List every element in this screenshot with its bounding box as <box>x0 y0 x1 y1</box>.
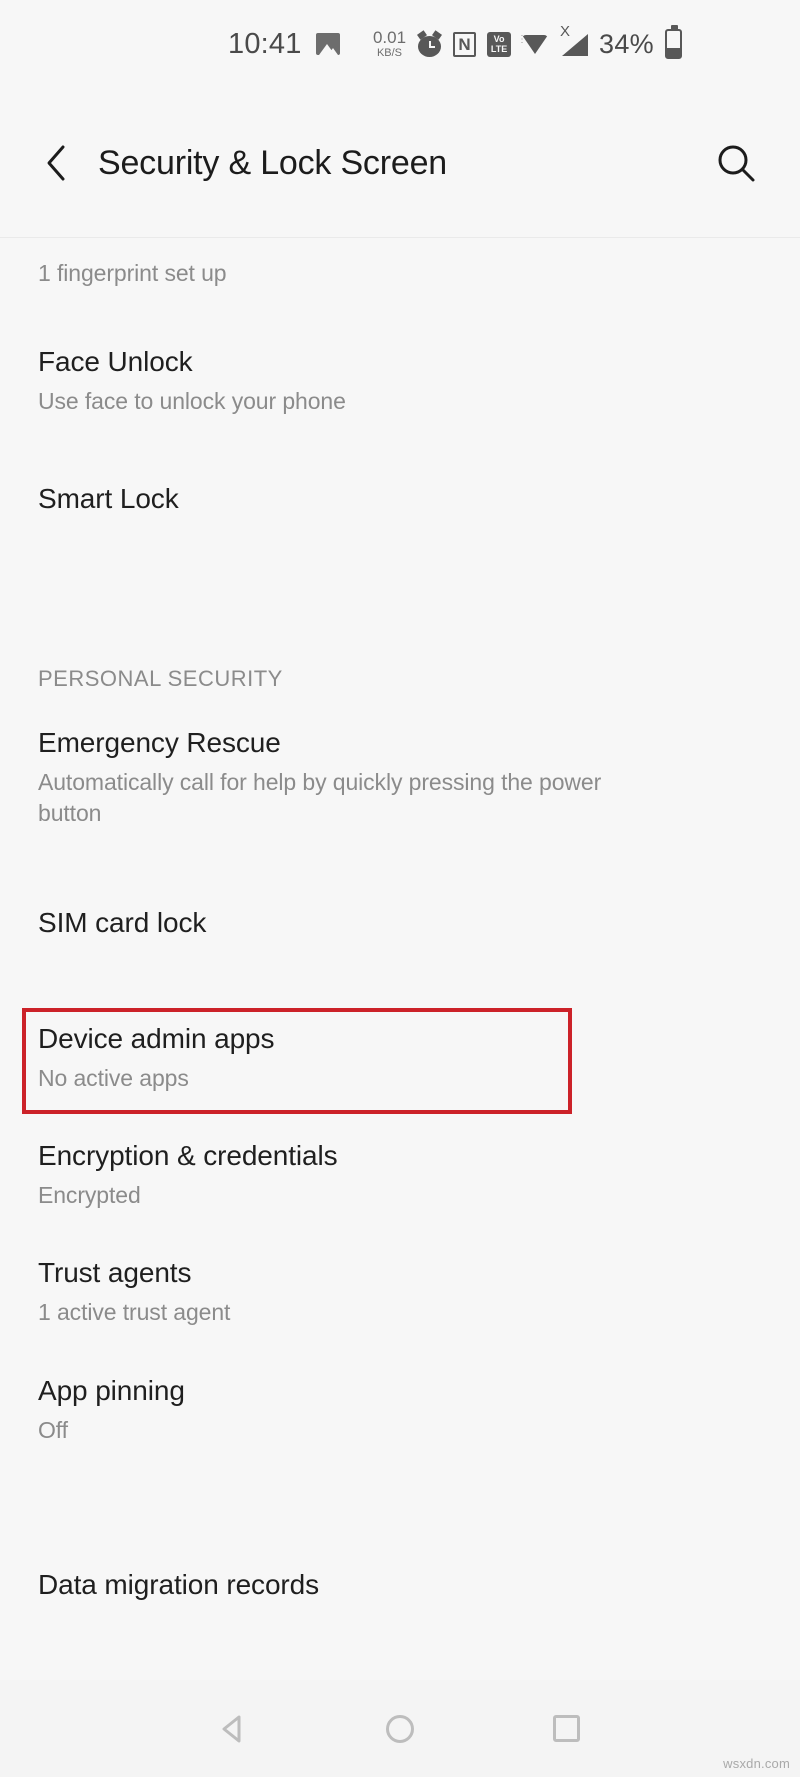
emergency-rescue-title: Emergency Rescue <box>38 727 281 758</box>
search-icon[interactable] <box>712 139 760 187</box>
list-item-sim-card-lock[interactable]: SIM card lock <box>0 907 800 939</box>
status-bar-right: 0.01 KB/S N Vo LTE ⋮ X 34% <box>373 23 682 60</box>
back-chevron-icon[interactable] <box>36 143 76 183</box>
volte-line-1: Vo <box>493 33 505 44</box>
nav-back-icon[interactable] <box>205 1701 261 1757</box>
signal-no-sim-icon: X <box>560 23 589 56</box>
nav-recents-icon[interactable] <box>539 1701 595 1757</box>
phone-screen: 10:41 0.01 KB/S N Vo LTE ⋮ X 34% Securit… <box>0 0 800 1777</box>
face-unlock-summary: Use face to unlock your phone <box>38 388 346 415</box>
nav-home-icon[interactable] <box>372 1701 428 1757</box>
volte-icon: Vo LTE <box>487 31 512 57</box>
section-header-personal-security: PERSONAL SECURITY <box>38 666 283 691</box>
emergency-rescue-summary: Automatically call for help by quickly p… <box>38 769 602 826</box>
app-pinning-title: App pinning <box>38 1375 185 1406</box>
watermark: wsxdn.com <box>723 1756 790 1771</box>
trust-agents-summary: 1 active trust agent <box>38 1299 231 1326</box>
trust-agents-title: Trust agents <box>38 1257 192 1288</box>
encryption-credentials-summary: Encrypted <box>38 1182 141 1209</box>
navigation-bar <box>0 1680 800 1777</box>
battery-percent: 34% <box>599 28 654 59</box>
device-admin-apps-title: Device admin apps <box>38 1023 275 1054</box>
face-unlock-title: Face Unlock <box>38 346 193 377</box>
device-admin-apps-summary: No active apps <box>38 1065 189 1092</box>
header-divider <box>0 237 800 238</box>
app-bar: Security & Lock Screen <box>0 88 800 238</box>
page-title: Security & Lock Screen <box>98 143 447 182</box>
status-bar: 10:41 0.01 KB/S N Vo LTE ⋮ X 34% <box>0 0 800 88</box>
volte-line-2: LTE <box>490 43 508 54</box>
data-migration-records-title: Data migration records <box>38 1569 320 1600</box>
list-item-face-unlock[interactable]: Face Unlock Use face to unlock your phon… <box>0 346 800 417</box>
list-item-emergency-rescue[interactable]: Emergency Rescue Automatically call for … <box>0 727 800 828</box>
network-speed-unit: KB/S <box>376 47 403 59</box>
nfc-icon: N <box>453 31 477 57</box>
list-item-fingerprint[interactable]: 1 fingerprint set up <box>0 258 800 288</box>
alarm-icon <box>417 29 443 57</box>
status-bar-left: 10:41 <box>228 28 340 61</box>
list-item-smart-lock[interactable]: Smart Lock <box>0 483 800 515</box>
list-item-device-admin-apps[interactable]: Device admin apps No active apps <box>0 1023 800 1094</box>
fingerprint-summary: 1 fingerprint set up <box>38 260 227 286</box>
smart-lock-title: Smart Lock <box>38 483 179 514</box>
wifi-icon: ⋮ <box>517 33 549 55</box>
list-item-encryption-credentials[interactable]: Encryption & credentials Encrypted <box>0 1140 800 1211</box>
status-clock: 10:41 <box>228 27 302 60</box>
photo-icon <box>315 33 340 55</box>
list-item-data-migration-records[interactable]: Data migration records <box>0 1569 800 1601</box>
battery-icon <box>665 25 682 59</box>
list-item-app-pinning[interactable]: App pinning Off <box>0 1375 800 1446</box>
app-pinning-summary: Off <box>38 1417 68 1444</box>
sim-card-lock-title: SIM card lock <box>38 907 207 938</box>
list-item-trust-agents[interactable]: Trust agents 1 active trust agent <box>0 1257 800 1328</box>
network-speed-indicator: 0.01 KB/S <box>373 29 406 59</box>
encryption-credentials-title: Encryption & credentials <box>38 1140 338 1171</box>
network-speed-value: 0.01 <box>372 28 407 47</box>
